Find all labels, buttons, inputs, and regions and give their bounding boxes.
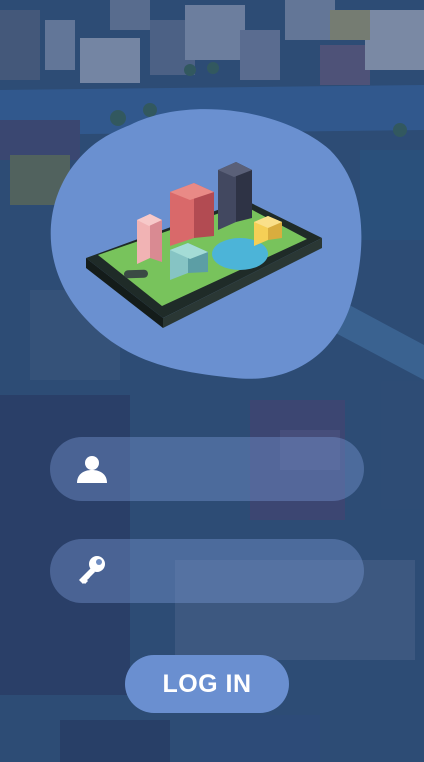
username-input[interactable] [124,448,393,490]
user-icon [77,456,107,483]
password-input[interactable] [124,550,393,592]
login-button[interactable]: LOG IN [125,655,289,713]
logo-illustration [50,109,362,379]
password-field[interactable] [50,539,393,603]
username-field[interactable] [50,437,393,501]
key-icon [79,556,105,584]
